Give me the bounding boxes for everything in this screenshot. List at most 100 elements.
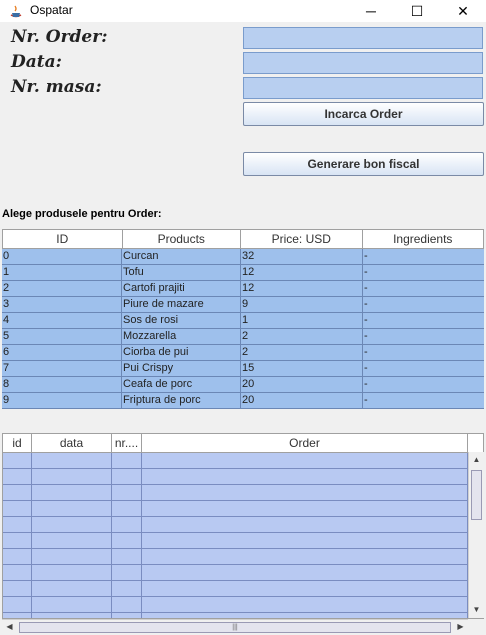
products-table-body: 0 Curcan 32-1 Tofu 12-2 Cartofi prajiti 12-3 Pi…	[2, 249, 484, 409]
minimize-button[interactable]: ─	[348, 0, 394, 22]
product-row[interactable]: 4 Sos de rosi 1-	[2, 313, 484, 329]
scroll-up-icon[interactable]: ▲	[469, 452, 484, 468]
generate-receipt-button[interactable]: Generare bon fiscal	[243, 152, 484, 176]
minimize-icon: ─	[366, 3, 376, 19]
order-cell	[3, 485, 32, 500]
column-header-order-id[interactable]: id	[3, 434, 32, 452]
cell-ingredients: -	[364, 314, 368, 326]
cell-product: Ciorba de pui	[122, 345, 241, 360]
cell-price: 32	[241, 249, 363, 264]
orders-table: id data nr.... Order	[2, 433, 484, 619]
column-header-ingredients[interactable]: Ingredients	[363, 230, 484, 248]
order-number-input[interactable]	[243, 27, 483, 49]
load-order-button[interactable]: Incarca Order	[243, 102, 484, 126]
order-row[interactable]	[3, 533, 483, 549]
product-row[interactable]: 2 Cartofi prajiti 12-	[2, 281, 484, 297]
scroll-left-icon[interactable]: ◀	[2, 620, 17, 634]
order-row[interactable]	[3, 485, 483, 501]
product-row[interactable]: 3 Piure de mazare 9-	[2, 297, 484, 313]
order-row[interactable]	[3, 581, 483, 597]
order-cell	[112, 485, 142, 500]
column-header-order[interactable]: Order	[142, 434, 468, 452]
order-cell	[3, 501, 32, 516]
orders-table-body	[3, 453, 483, 618]
cell-product: Cartofi prajiti	[122, 281, 241, 296]
order-cell	[3, 581, 32, 596]
order-cell	[32, 533, 112, 548]
cell-ingredients: -	[364, 298, 368, 310]
products-table-header: ID Products Price: USD Ingredients	[2, 229, 484, 249]
cell-price: 20	[241, 393, 363, 408]
order-cell	[32, 549, 112, 564]
product-row[interactable]: 0 Curcan 32-	[2, 249, 484, 265]
order-cell	[3, 533, 32, 548]
orders-vertical-scrollbar[interactable]: ▲ ▼	[468, 452, 484, 618]
order-cell	[112, 549, 142, 564]
order-cell	[32, 517, 112, 532]
order-cell	[112, 565, 142, 580]
product-row[interactable]: 7 Pui Crispy 15-	[2, 361, 484, 377]
order-cell	[112, 581, 142, 596]
order-cell	[142, 501, 468, 516]
product-row[interactable]: 9 Friptura de porc 20-	[2, 393, 484, 409]
order-row[interactable]	[3, 501, 483, 517]
column-header-price[interactable]: Price: USD	[241, 230, 363, 248]
cell-product: Tofu	[122, 265, 241, 280]
cell-id: 8	[2, 377, 122, 392]
column-header-order-date[interactable]: data	[32, 434, 112, 452]
order-cell	[32, 469, 112, 484]
horizontal-scroll-thumb[interactable]: |||	[19, 622, 451, 633]
order-cell	[112, 597, 142, 612]
cell-price: 1	[241, 313, 363, 328]
order-cell	[112, 533, 142, 548]
cell-ingredients: -	[364, 330, 368, 342]
order-row[interactable]	[3, 549, 483, 565]
close-button[interactable]: ✕	[440, 0, 486, 22]
cell-id: 2	[2, 281, 122, 296]
cell-product: Pui Crispy	[122, 361, 241, 376]
cell-price: 2	[241, 345, 363, 360]
date-input[interactable]	[243, 52, 483, 74]
order-cell	[32, 501, 112, 516]
cell-product: Mozzarella	[122, 329, 241, 344]
column-header-products[interactable]: Products	[123, 230, 241, 248]
orders-table-header: id data nr.... Order	[3, 434, 483, 453]
order-row[interactable]	[3, 517, 483, 533]
cell-product: Ceafa de porc	[122, 377, 241, 392]
order-cell	[3, 549, 32, 564]
cell-price: 20	[241, 377, 363, 392]
order-row[interactable]	[3, 565, 483, 581]
order-cell	[32, 581, 112, 596]
cell-product: Curcan	[122, 249, 241, 264]
order-cell	[142, 485, 468, 500]
order-row[interactable]	[3, 469, 483, 485]
order-row[interactable]	[3, 597, 483, 613]
order-cell	[112, 469, 142, 484]
vertical-scroll-thumb[interactable]	[471, 470, 482, 520]
product-row[interactable]: 8 Ceafa de porc 20-	[2, 377, 484, 393]
orders-horizontal-scrollbar[interactable]: ◀ ||| ▶	[2, 619, 468, 634]
products-table: ID Products Price: USD Ingredients 0 Curc…	[2, 229, 484, 409]
product-row[interactable]: 1 Tofu 12-	[2, 265, 484, 281]
order-cell	[112, 517, 142, 532]
scroll-right-icon[interactable]: ▶	[453, 620, 468, 634]
order-row[interactable]	[3, 453, 483, 469]
maximize-button[interactable]: ☐	[394, 0, 440, 22]
product-row[interactable]: 5 Mozzarella 2-	[2, 329, 484, 345]
order-cell	[112, 501, 142, 516]
column-header-order-table[interactable]: nr....	[112, 434, 142, 452]
cell-product: Sos de rosi	[122, 313, 241, 328]
table-number-label: Nr. masa:	[11, 77, 102, 97]
product-row[interactable]: 6 Ciorba de pui 2-	[2, 345, 484, 361]
scroll-down-icon[interactable]: ▼	[469, 602, 484, 618]
order-cell	[142, 549, 468, 564]
table-number-input[interactable]	[243, 77, 483, 99]
column-header-id[interactable]: ID	[3, 230, 123, 248]
cell-id: 6	[2, 345, 122, 360]
cell-id: 4	[2, 313, 122, 328]
order-cell	[142, 469, 468, 484]
order-cell	[32, 453, 112, 468]
products-section-label: Alege produsele pentru Order:	[2, 208, 162, 220]
order-cell	[142, 565, 468, 580]
java-app-icon	[10, 5, 22, 18]
